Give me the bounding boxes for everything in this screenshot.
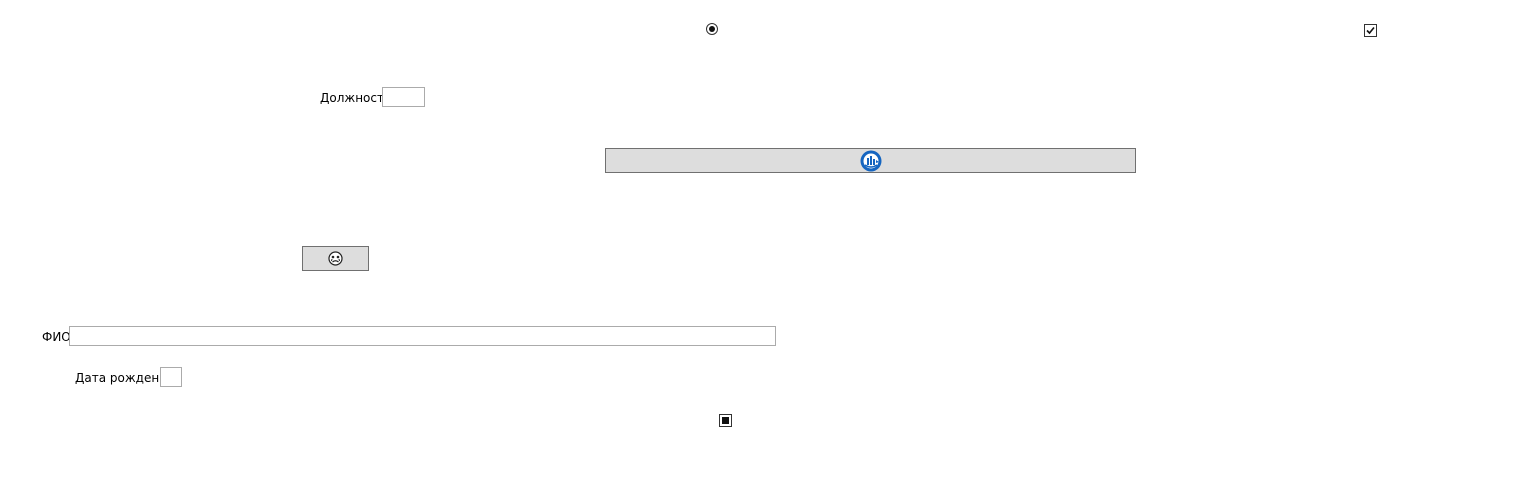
indeterminate-square-icon — [722, 417, 729, 424]
crying-face-icon — [328, 251, 343, 266]
position-input[interactable] — [382, 87, 425, 107]
fio-label: ФИО — [42, 330, 71, 344]
globe-emblem-icon — [860, 150, 881, 171]
birthdate-input[interactable] — [160, 367, 182, 387]
wide-icon-button[interactable] — [605, 148, 1136, 173]
position-label: Должность — [320, 91, 392, 105]
small-icon-button[interactable] — [302, 246, 369, 271]
fio-input[interactable] — [69, 326, 776, 346]
checkmark-icon — [1366, 26, 1375, 35]
checkbox-indeterminate[interactable] — [719, 414, 732, 427]
radio-selected-dot — [709, 26, 715, 32]
checkbox-checked[interactable] — [1364, 24, 1377, 37]
radio-button[interactable] — [706, 23, 718, 35]
